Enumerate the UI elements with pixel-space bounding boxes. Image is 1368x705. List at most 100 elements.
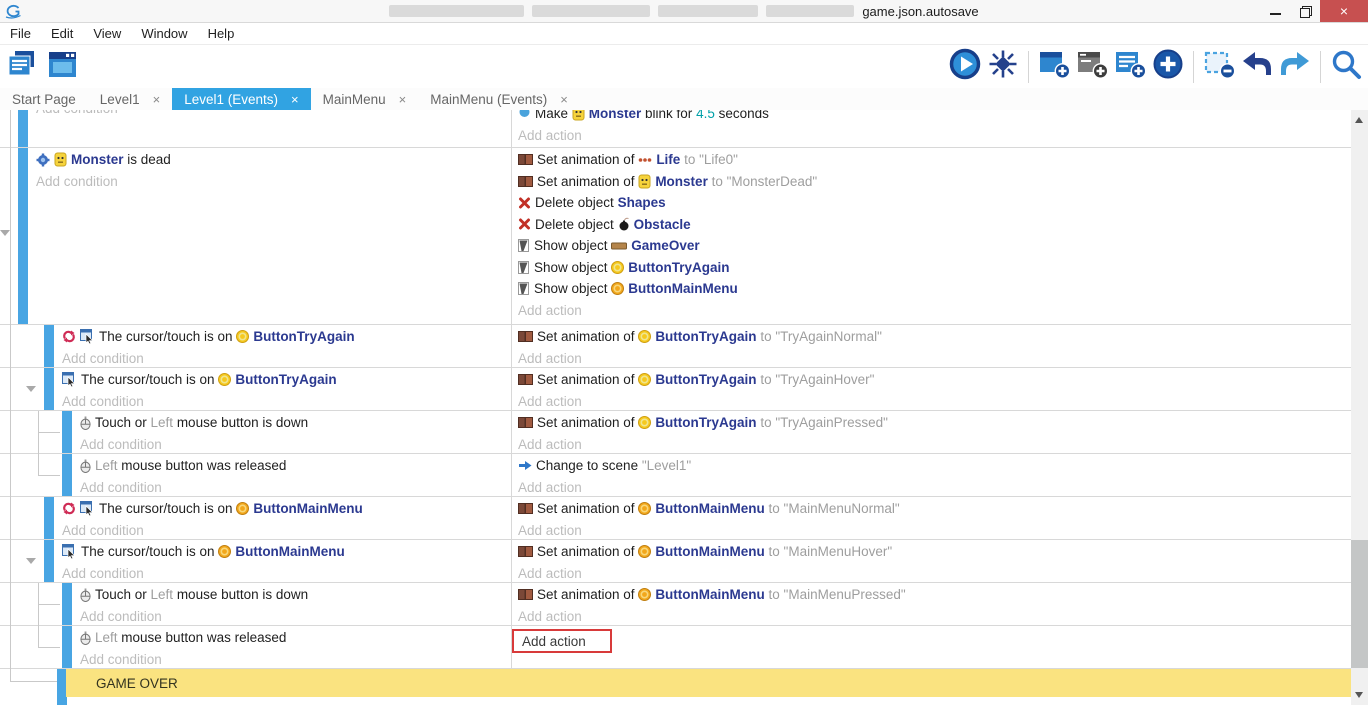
menu-item-view[interactable]: View [83, 23, 131, 44]
fold-arrow-icon[interactable] [26, 558, 36, 564]
action-line[interactable]: Show object ButtonMainMenu [518, 278, 1351, 300]
add-condition[interactable]: Add condition [62, 348, 511, 368]
scene-editor-button[interactable] [44, 49, 80, 85]
add-circle-button[interactable] [1150, 49, 1186, 85]
event-selection-bar[interactable] [44, 540, 54, 582]
add-action[interactable]: Add action [518, 477, 1351, 497]
event-row[interactable]: The cursor/touch is on ButtonMainMenuAdd… [0, 497, 1351, 540]
add-condition[interactable]: Add condition [36, 110, 511, 120]
event-selection-bar[interactable] [62, 583, 72, 625]
condition-line[interactable]: The cursor/touch is on ButtonTryAgain [62, 326, 511, 348]
action-line[interactable]: Set animation of ButtonTryAgain to "TryA… [518, 369, 1351, 391]
condition-line[interactable]: Touch or Left mouse button is down [80, 584, 511, 606]
action-line[interactable]: Set animation of ButtonTryAgain to "TryA… [518, 412, 1351, 434]
undo-button[interactable] [1239, 49, 1275, 85]
menu-item-help[interactable]: Help [198, 23, 245, 44]
tab-mainmenu[interactable]: MainMenu× [311, 88, 419, 110]
action-line[interactable]: Make Monster blink for 4.5 seconds [518, 110, 1351, 125]
action-line[interactable]: Delete object Obstacle [518, 214, 1351, 236]
scroll-up-arrow-icon[interactable] [1355, 117, 1363, 123]
debug-button[interactable] [985, 49, 1021, 85]
fold-arrow-icon[interactable] [0, 230, 10, 236]
action-line[interactable]: Change to scene "Level1" [518, 455, 1351, 477]
scroll-down-arrow-icon[interactable] [1355, 692, 1363, 698]
action-line[interactable]: Show object ButtonTryAgain [518, 257, 1351, 279]
delete-selection-button[interactable] [1201, 49, 1237, 85]
event-row[interactable]: The cursor/touch is on ButtonTryAgainAdd… [0, 368, 1351, 411]
restore-button[interactable] [1290, 0, 1320, 22]
comment-body[interactable]: GAME OVER [66, 669, 1351, 697]
tab-close-icon[interactable]: × [560, 92, 568, 107]
add-subevent-button[interactable] [1074, 49, 1110, 85]
menu-item-edit[interactable]: Edit [41, 23, 83, 44]
close-button[interactable]: × [1320, 0, 1368, 22]
add-action[interactable]: Add action [518, 391, 1351, 411]
scrollbar-thumb[interactable] [1351, 540, 1368, 668]
add-condition[interactable]: Add condition [80, 434, 511, 454]
redo-button[interactable] [1277, 49, 1313, 85]
play-button[interactable] [947, 49, 983, 85]
event-selection-bar[interactable] [62, 626, 72, 668]
event-row[interactable]: Left mouse button was releasedAdd condit… [0, 626, 1351, 669]
action-line[interactable]: Set animation of ButtonMainMenu to "Main… [518, 498, 1351, 520]
comment-event-row[interactable]: GAME OVER [0, 669, 1351, 699]
event-selection-bar[interactable] [44, 368, 54, 410]
event-row[interactable]: Monster is deadAdd condition Set animatio… [0, 148, 1351, 325]
add-action[interactable]: Add action [518, 434, 1351, 454]
add-action[interactable]: Add action [518, 300, 1351, 322]
add-action[interactable]: Add action [518, 606, 1351, 626]
condition-line[interactable]: Monster is dead [36, 149, 511, 171]
add-condition[interactable]: Add condition [80, 649, 511, 669]
condition-line[interactable]: The cursor/touch is on ButtonMainMenu [62, 498, 511, 520]
condition-line[interactable]: Touch or Left mouse button is down [80, 412, 511, 434]
add-condition[interactable]: Add condition [62, 563, 511, 583]
fold-arrow-icon[interactable] [26, 386, 36, 392]
event-selection-bar[interactable] [18, 148, 28, 324]
action-line[interactable]: Set animation of Monster to "MonsterDead… [518, 171, 1351, 193]
add-event-button[interactable] [1036, 49, 1072, 85]
event-selection-bar[interactable] [44, 497, 54, 539]
add-action[interactable]: Add action [518, 563, 1351, 583]
add-condition[interactable]: Add condition [62, 391, 511, 411]
add-action[interactable]: Add action [518, 520, 1351, 540]
action-line[interactable]: Set animation of Life to "Life0" [518, 149, 1351, 171]
project-manager-button[interactable] [4, 49, 40, 85]
event-selection-bar[interactable] [62, 454, 72, 496]
add-action[interactable]: Add action [518, 125, 1351, 147]
condition-line[interactable]: Left mouse button was released [80, 455, 511, 477]
tab-close-icon[interactable]: × [291, 92, 299, 107]
action-line[interactable]: Show object GameOver [518, 235, 1351, 257]
action-line[interactable]: Delete object Shapes [518, 192, 1351, 214]
add-condition[interactable]: Add condition [80, 477, 511, 497]
add-action-highlighted[interactable]: Add action [512, 629, 612, 653]
event-selection-bar[interactable] [18, 110, 28, 147]
add-condition[interactable]: Add condition [62, 520, 511, 540]
event-row[interactable]: Touch or Left mouse button is downAdd co… [0, 411, 1351, 454]
minimize-button[interactable] [1260, 0, 1290, 22]
add-comment-button[interactable] [1112, 49, 1148, 85]
tab-level1-events-[interactable]: Level1 (Events)× [172, 88, 310, 110]
condition-line[interactable]: Left mouse button was released [80, 627, 511, 649]
vertical-scrollbar[interactable] [1351, 110, 1368, 705]
event-row[interactable]: Add condition Make Monster blink for 4.5 … [0, 110, 1351, 148]
menu-item-file[interactable]: File [0, 23, 41, 44]
event-selection-bar[interactable] [62, 411, 72, 453]
menu-item-window[interactable]: Window [131, 23, 197, 44]
tab-start-page[interactable]: Start Page [0, 88, 88, 110]
action-line[interactable]: Set animation of ButtonMainMenu to "Main… [518, 584, 1351, 606]
condition-line[interactable]: The cursor/touch is on ButtonTryAgain [62, 369, 511, 391]
action-line[interactable]: Set animation of ButtonTryAgain to "TryA… [518, 326, 1351, 348]
add-condition[interactable]: Add condition [80, 606, 511, 626]
action-line[interactable]: Set animation of ButtonMainMenu to "Main… [518, 541, 1351, 563]
event-row[interactable]: Touch or Left mouse button is downAdd co… [0, 583, 1351, 626]
add-condition[interactable]: Add condition [36, 171, 511, 193]
tab-mainmenu-events-[interactable]: MainMenu (Events)× [418, 88, 580, 110]
tab-level1[interactable]: Level1× [88, 88, 172, 110]
search-button[interactable] [1328, 49, 1364, 85]
tab-close-icon[interactable]: × [399, 92, 407, 107]
tab-close-icon[interactable]: × [153, 92, 161, 107]
event-row[interactable]: Left mouse button was releasedAdd condit… [0, 454, 1351, 497]
event-selection-bar[interactable] [44, 325, 54, 367]
condition-line[interactable]: The cursor/touch is on ButtonMainMenu [62, 541, 511, 563]
add-action[interactable]: Add action [518, 348, 1351, 368]
